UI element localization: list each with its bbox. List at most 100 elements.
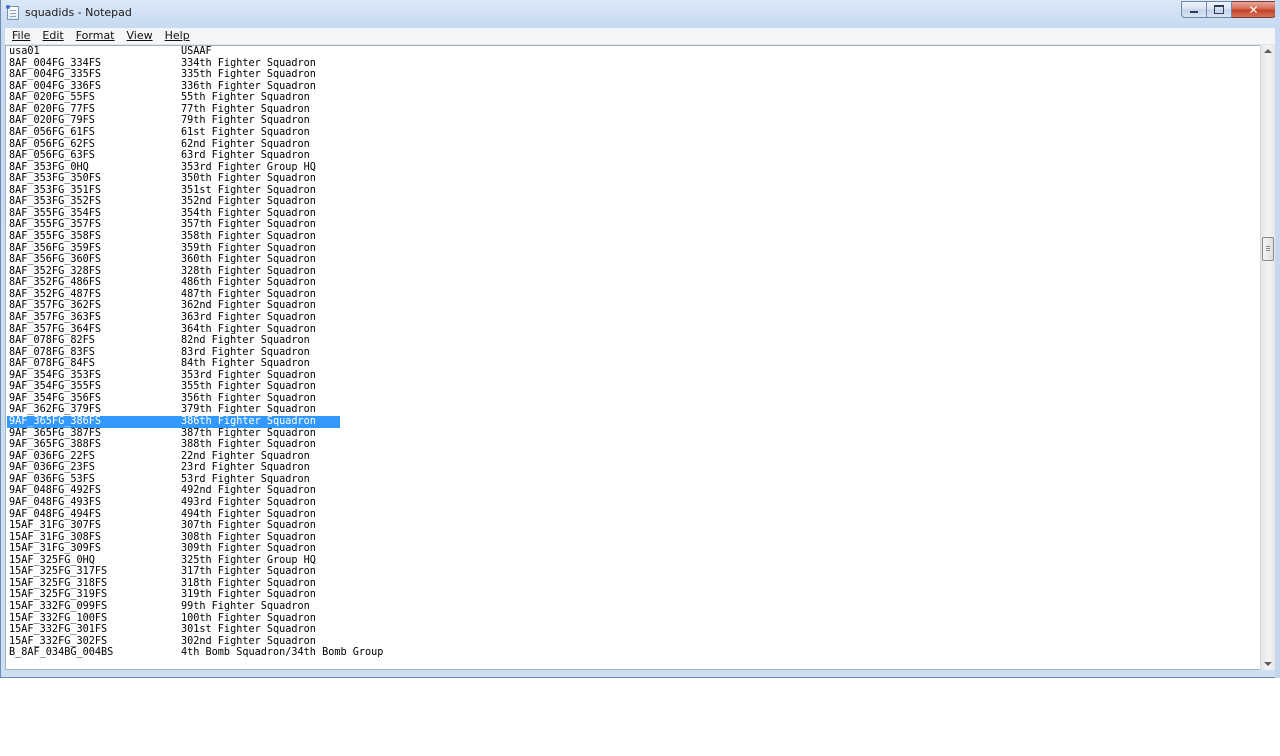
squad-name: 492nd Fighter Squadron bbox=[181, 485, 316, 497]
squad-id: 9AF_036FG_23FS bbox=[9, 462, 95, 474]
squad-id: 8AF_352FG_328FS bbox=[9, 265, 102, 277]
squad-id: 8AF_020FG_79FS bbox=[9, 115, 95, 127]
squad-id: 15AF_332FG_301FS bbox=[9, 624, 108, 636]
squad-id: 9AF_362FG_379FS bbox=[9, 404, 102, 416]
squad-name: 388th Fighter Squadron bbox=[181, 439, 316, 451]
squad-id: 8AF_004FG_335FS bbox=[9, 69, 102, 81]
squad-id: 9AF_365FG_388FS bbox=[9, 439, 102, 451]
squad-name: 363rd Fighter Squadron bbox=[181, 311, 316, 323]
squad-id: 8AF_004FG_334FS bbox=[9, 57, 102, 69]
menu-view[interactable]: View bbox=[120, 28, 158, 44]
squad-id: 8AF_353FG_352FS bbox=[9, 196, 102, 208]
squad-name: 334th Fighter Squadron bbox=[181, 57, 316, 69]
squad-name: 350th Fighter Squadron bbox=[181, 173, 316, 185]
squad-id: 8AF_356FG_360FS bbox=[9, 254, 102, 266]
squad-name: 4th Bomb Squadron/34th Bomb Group bbox=[181, 647, 384, 659]
squad-id: usa01 bbox=[9, 46, 40, 57]
squad-id: 8AF_355FG_354FS bbox=[9, 207, 102, 219]
notepad-window: squadids - Notepad ✕ File Edit Format Vi… bbox=[0, 0, 1280, 678]
squad-name: 62nd Fighter Squadron bbox=[181, 138, 310, 150]
squad-id: 9AF_354FG_356FS bbox=[9, 392, 102, 404]
squad-name: 55th Fighter Squadron bbox=[181, 92, 310, 104]
squad-name: 379th Fighter Squadron bbox=[181, 404, 316, 416]
window-edge bbox=[1275, 0, 1280, 678]
squad-id: 15AF_31FG_307FS bbox=[9, 520, 102, 532]
menu-edit[interactable]: Edit bbox=[35, 28, 68, 44]
minimize-button[interactable] bbox=[1181, 1, 1207, 18]
vertical-scrollbar[interactable] bbox=[1260, 45, 1276, 670]
squad-id: 9AF_048FG_492FS bbox=[9, 485, 102, 497]
squad-name: 364th Fighter Squadron bbox=[181, 323, 316, 335]
squad-name: 83rd Fighter Squadron bbox=[181, 346, 310, 358]
squad-id: 8AF_355FG_357FS bbox=[9, 219, 102, 231]
squad-id: 8AF_353FG_350FS bbox=[9, 173, 102, 185]
squad-name: 352nd Fighter Squadron bbox=[181, 196, 316, 208]
squad-name: 358th Fighter Squadron bbox=[181, 231, 316, 242]
squad-id: 9AF_036FG_22FS bbox=[9, 450, 95, 462]
squad-id: 15AF_332FG_100FS bbox=[9, 612, 108, 624]
squad-id: 9AF_048FG_494FS bbox=[9, 508, 102, 520]
squad-name: 335th Fighter Squadron bbox=[181, 69, 316, 81]
menu-file[interactable]: File bbox=[5, 28, 35, 44]
squad-id: 8AF_356FG_359FS bbox=[9, 242, 102, 254]
scroll-down-arrow-icon[interactable] bbox=[1264, 662, 1272, 666]
squad-id: 8AF_352FG_486FS bbox=[9, 277, 102, 289]
squad-name: 317th Fighter Squadron bbox=[181, 566, 316, 578]
squad-name: 301st Fighter Squadron bbox=[181, 624, 316, 636]
squad-id: 15AF_31FG_309FS bbox=[9, 543, 102, 555]
squad-id: 9AF_354FG_355FS bbox=[9, 381, 102, 393]
squad-id: 15AF_325FG_0HQ bbox=[9, 554, 95, 566]
minimize-icon bbox=[1190, 11, 1198, 13]
squad-id: 8AF_078FG_84FS bbox=[9, 358, 95, 370]
squad-id: 9AF_365FG_387FS bbox=[9, 427, 102, 439]
squad-name: 356th Fighter Squadron bbox=[181, 392, 316, 404]
squad-id: 9AF_036FG_53FS bbox=[9, 473, 95, 485]
squad-id: 15AF_325FG_317FS bbox=[9, 566, 108, 578]
caption-buttons: ✕ bbox=[1181, 1, 1276, 19]
squad-name: 359th Fighter Squadron bbox=[181, 242, 316, 254]
squad-name: 84th Fighter Squadron bbox=[181, 358, 310, 370]
squad-name: 486th Fighter Squadron bbox=[181, 277, 316, 289]
menu-format[interactable]: Format bbox=[69, 28, 120, 44]
squad-name: 328th Fighter Squadron bbox=[181, 265, 316, 277]
squad-name: 79th Fighter Squadron bbox=[181, 115, 310, 127]
squad-id: 15AF_332FG_302FS bbox=[9, 635, 108, 647]
scroll-up-arrow-icon[interactable] bbox=[1264, 49, 1272, 53]
squad-name: 353rd Fighter Group HQ bbox=[181, 161, 316, 173]
squad-name: 351st Fighter Squadron bbox=[181, 184, 316, 196]
squad-id: 8AF_056FG_63FS bbox=[9, 150, 95, 162]
squad-name: 355th Fighter Squadron bbox=[181, 381, 316, 393]
squad-id: 15AF_325FG_319FS bbox=[9, 589, 108, 601]
squad-name: 61st Fighter Squadron bbox=[181, 126, 310, 138]
title-bar[interactable]: squadids - Notepad ✕ bbox=[1, 0, 1280, 27]
squad-id: 15AF_325FG_318FS bbox=[9, 577, 108, 589]
squad-name: 319th Fighter Squadron bbox=[181, 589, 316, 601]
squad-id: 8AF_004FG_336FS bbox=[9, 80, 102, 92]
squad-name: 354th Fighter Squadron bbox=[181, 207, 316, 219]
squad-id: 8AF_357FG_364FS bbox=[9, 323, 102, 335]
squad-name: USAAF bbox=[181, 46, 212, 57]
squad-id: 8AF_352FG_487FS bbox=[9, 288, 102, 300]
squad-id: 8AF_056FG_62FS bbox=[9, 138, 95, 150]
squad-id: 8AF_020FG_55FS bbox=[9, 92, 95, 104]
squad-name: 387th Fighter Squadron bbox=[181, 427, 316, 439]
squad-name: 307th Fighter Squadron bbox=[181, 520, 316, 532]
squad-id: 8AF_353FG_0HQ bbox=[9, 161, 89, 173]
text-editor[interactable]: usa01 USAAF 8AF_004FG_334FS 334th Fighter S… bbox=[5, 45, 1260, 670]
squad-name: 318th Fighter Squadron bbox=[181, 577, 316, 589]
squad-name: 100th Fighter Squadron bbox=[181, 612, 316, 624]
menu-help[interactable]: Help bbox=[158, 28, 195, 44]
squad-name: 325th Fighter Group HQ bbox=[181, 554, 316, 566]
squad-name: 493rd Fighter Squadron bbox=[181, 496, 316, 508]
scroll-thumb[interactable] bbox=[1262, 237, 1274, 261]
squad-id: 8AF_355FG_358FS bbox=[9, 231, 102, 242]
squad-id: 8AF_020FG_77FS bbox=[9, 103, 95, 115]
squad-name: 22nd Fighter Squadron bbox=[181, 450, 310, 462]
maximize-button[interactable] bbox=[1207, 1, 1232, 18]
close-button[interactable]: ✕ bbox=[1232, 1, 1276, 18]
squad-id: 8AF_078FG_83FS bbox=[9, 346, 95, 358]
squad-name: 336th Fighter Squadron bbox=[181, 80, 316, 92]
squad-name: 353rd Fighter Squadron bbox=[181, 369, 316, 381]
notepad-icon[interactable] bbox=[6, 5, 19, 20]
squad-name: 309th Fighter Squadron bbox=[181, 543, 316, 555]
